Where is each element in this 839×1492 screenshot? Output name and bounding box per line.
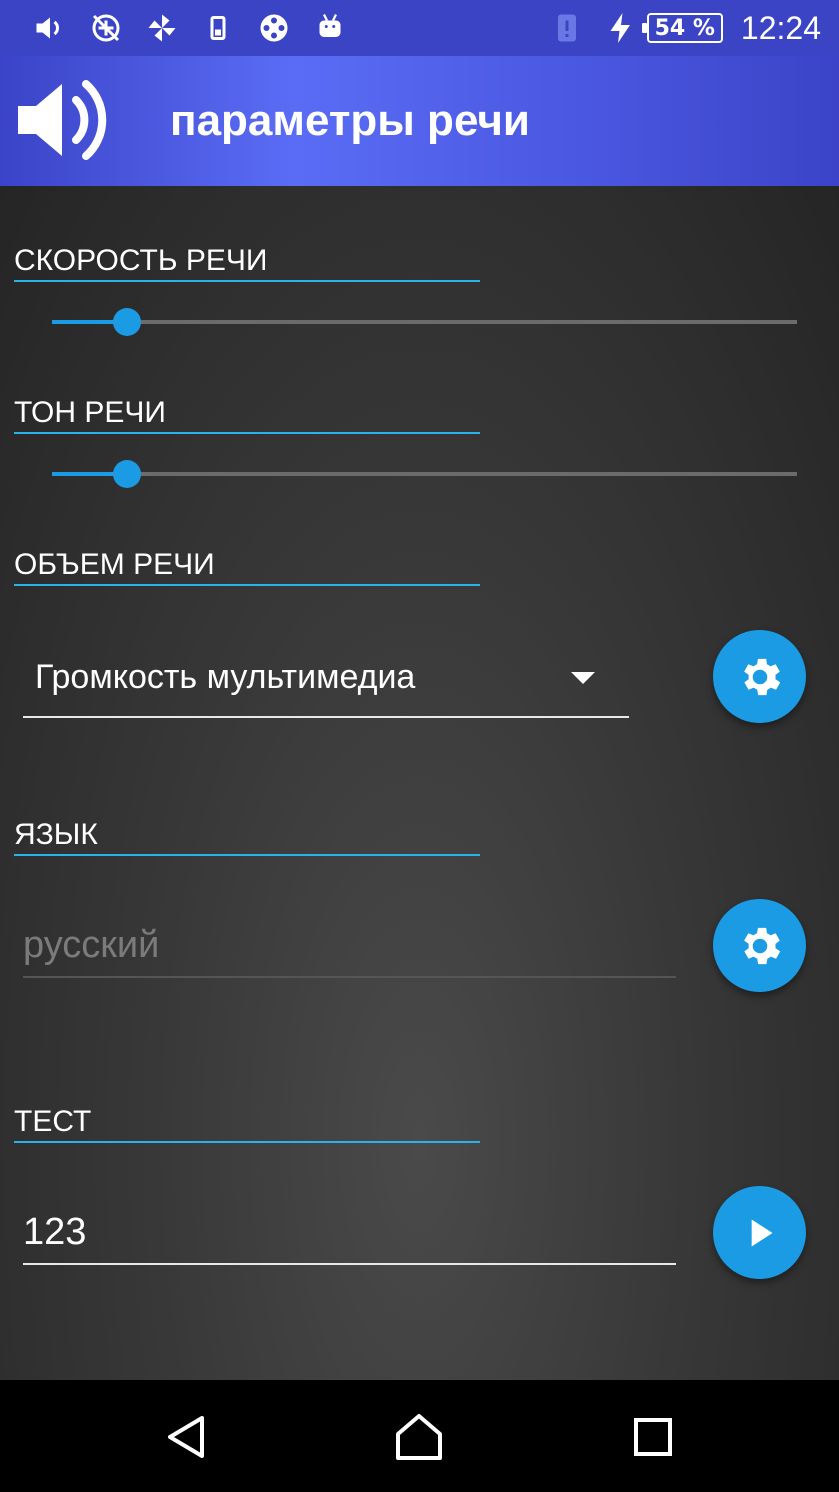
volume-settings-button[interactable] (713, 630, 806, 723)
back-icon (168, 1416, 204, 1458)
navigation-bar (0, 1380, 839, 1492)
test-section-title: ТЕСТ (14, 1105, 480, 1143)
home-button[interactable] (394, 1412, 444, 1462)
test-text-input[interactable] (23, 1201, 676, 1263)
volume-icon (22, 0, 78, 56)
alert-icon (547, 0, 587, 56)
play-test-button[interactable] (713, 1186, 806, 1279)
home-icon (396, 1414, 442, 1460)
battery-percent: 54 % (654, 15, 715, 41)
language-field-wrapper (23, 914, 676, 978)
chevron-down-icon (571, 672, 595, 684)
phone-signal-icon (190, 0, 246, 56)
android-icon (302, 0, 358, 56)
speed-slider[interactable] (52, 307, 797, 337)
play-icon (751, 1218, 772, 1247)
film-reel-icon (246, 0, 302, 56)
pinwheel-icon (134, 0, 190, 56)
volume-section-title: ОБЪЕМ РЕЧИ (14, 548, 480, 586)
slider-thumb[interactable] (112, 308, 141, 336)
test-field-wrapper (23, 1201, 676, 1265)
lightning-icon (601, 0, 641, 56)
dropdown-selected-value: Громкость мультимедиа (35, 658, 416, 696)
volume-stream-dropdown[interactable]: Громкость мультимедиа (23, 646, 629, 718)
page-title: параметры речи (170, 96, 530, 145)
clock: 12:24 (740, 9, 821, 46)
pitch-slider[interactable] (52, 459, 797, 489)
app-bar: параметры речи (0, 56, 839, 186)
recents-button[interactable] (628, 1412, 678, 1462)
slider-thumb[interactable] (112, 460, 141, 488)
speed-section-title: СКОРОСТЬ РЕЧИ (14, 244, 480, 282)
slider-track (52, 320, 797, 324)
language-settings-button[interactable] (713, 899, 806, 992)
back-button[interactable] (162, 1412, 212, 1462)
slider-track (52, 472, 797, 476)
status-bar: 54 % 12:24 (0, 0, 839, 56)
no-sync-icon (78, 0, 134, 56)
recents-icon (634, 1418, 672, 1456)
language-input[interactable] (23, 914, 676, 976)
pitch-section-title: ТОН РЕЧИ (14, 396, 480, 434)
settings-content: СКОРОСТЬ РЕЧИ ТОН РЕЧИ ОБЪЕМ РЕЧИ Громко… (0, 186, 839, 1380)
speaker-icon (14, 72, 114, 168)
gear-icon (743, 927, 780, 964)
gear-icon (743, 658, 780, 695)
language-section-title: ЯЗЫК (14, 818, 480, 856)
battery-indicator: 54 % (641, 13, 723, 43)
